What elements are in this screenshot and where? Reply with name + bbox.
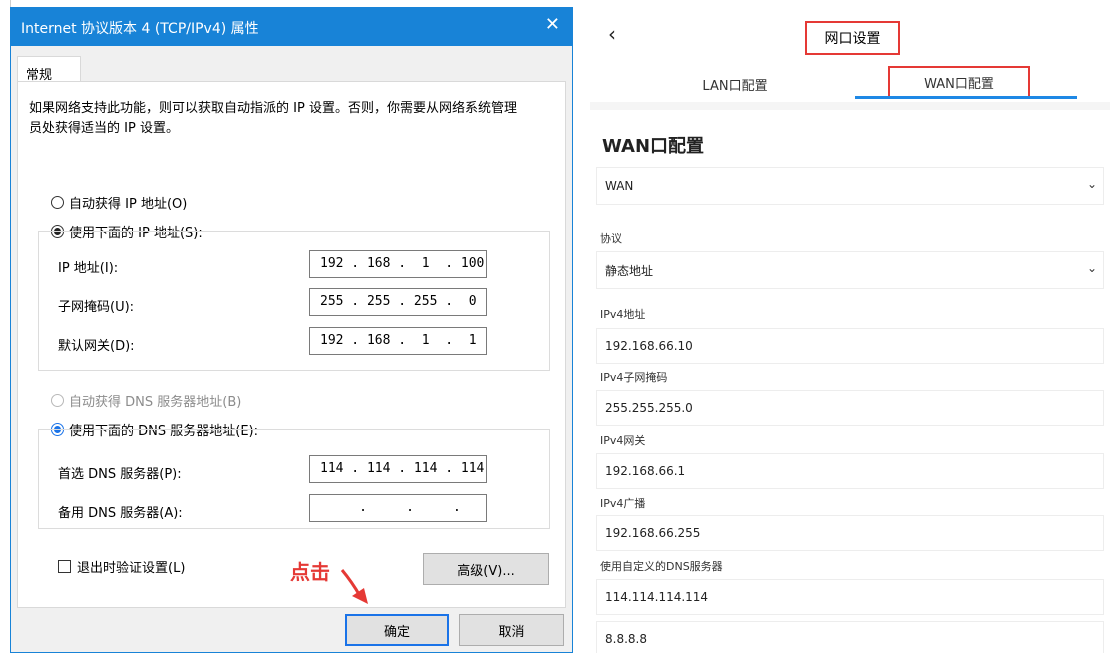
- gateway-label: 默认网关(D):: [58, 339, 135, 354]
- auto-ip-label: 自动获得 IP 地址(O): [69, 197, 188, 212]
- general-panel: 如果网络支持此功能，则可以获取自动指派的 IP 设置。否则，你需要从网络系统管理…: [17, 81, 566, 608]
- protocol-label: 协议: [600, 232, 622, 245]
- back-arrow-icon[interactable]: ‹: [608, 22, 616, 46]
- ip-address-label: IP 地址(I):: [58, 261, 119, 276]
- section-title: WAN口配置: [602, 136, 705, 157]
- ipv4-gateway-input[interactable]: 192.168.66.1: [596, 453, 1104, 489]
- dns-server-2-input[interactable]: 8.8.8.8: [596, 621, 1104, 653]
- gateway-input[interactable]: 192 . 168 . 1 . 1: [309, 327, 487, 355]
- interface-value: WAN: [605, 179, 634, 193]
- ip-address-input[interactable]: 192 . 168 . 1 . 100: [309, 250, 487, 278]
- red-arrow-icon: [340, 569, 368, 604]
- ok-button[interactable]: 确定: [345, 614, 449, 646]
- dialog-title: Internet 协议版本 4 (TCP/IPv4) 属性: [21, 21, 259, 37]
- custom-dns-label: 使用自定义的DNS服务器: [600, 560, 723, 573]
- radio-off-icon: [51, 196, 64, 209]
- radio-off-icon: [51, 394, 64, 407]
- ipv4-broadcast-label: IPv4广播: [600, 497, 646, 510]
- ipv4-gateway-label: IPv4网关: [600, 434, 646, 447]
- router-web-ui: ‹ 网口设置 LAN口配置 WAN口配置 WAN口配置 WAN ⌄ 协议 静态地…: [590, 0, 1110, 653]
- subnet-mask-label: 子网掩码(U):: [58, 300, 135, 315]
- close-icon[interactable]: ✕: [545, 14, 560, 35]
- alternate-dns-label: 备用 DNS 服务器(A):: [58, 506, 183, 521]
- dialog-titlebar: Internet 协议版本 4 (TCP/IPv4) 属性 ✕: [11, 8, 572, 46]
- active-tab-underline: [855, 96, 1077, 99]
- advanced-button[interactable]: 高级(V)...: [423, 553, 549, 585]
- ipv4-broadcast-input[interactable]: 192.168.66.255: [596, 515, 1104, 551]
- preferred-dns-input[interactable]: 114 . 114 . 114 . 114: [309, 455, 487, 483]
- tab-general[interactable]: 常规: [17, 56, 81, 84]
- description-text: 如果网络支持此功能，则可以获取自动指派的 IP 设置。否则，你需要从网络系统管理…: [29, 101, 517, 136]
- auto-dns-radio[interactable]: 自动获得 DNS 服务器地址(B): [51, 391, 241, 410]
- ipv4-mask-input[interactable]: 255.255.255.0: [596, 390, 1104, 426]
- protocol-select[interactable]: 静态地址 ⌄: [596, 251, 1104, 289]
- alternate-dns-input[interactable]: . . .: [309, 494, 487, 522]
- chevron-down-icon: ⌄: [1086, 177, 1097, 191]
- validate-checkbox[interactable]: 退出时验证设置(L): [58, 557, 185, 576]
- protocol-value: 静态地址: [605, 263, 654, 278]
- page-header: ‹ 网口设置: [590, 0, 1110, 67]
- windows-dialog-pane: Internet 协议版本 4 (TCP/IPv4) 属性 ✕ 常规 如果网络支…: [0, 0, 583, 653]
- preferred-dns-label: 首选 DNS 服务器(P):: [58, 467, 182, 482]
- chevron-down-icon: ⌄: [1086, 261, 1097, 275]
- validate-label: 退出时验证设置(L): [77, 561, 186, 576]
- ipv4-address-input[interactable]: 192.168.66.10: [596, 328, 1104, 364]
- dns-server-1-input[interactable]: 114.114.114.114: [596, 579, 1104, 615]
- tab-strip: 常规: [11, 46, 572, 84]
- page-title: 网口设置: [805, 21, 900, 55]
- auto-ip-radio[interactable]: 自动获得 IP 地址(O): [51, 193, 187, 212]
- cancel-button[interactable]: 取消: [459, 614, 564, 646]
- wan-config-form: WAN口配置 WAN ⌄ 协议 静态地址 ⌄ IPv4地址 192.168.66…: [590, 110, 1110, 653]
- click-annotation: 点击: [290, 560, 330, 584]
- interface-select[interactable]: WAN ⌄: [596, 167, 1104, 205]
- ipv4-mask-label: IPv4子网掩码: [600, 371, 668, 384]
- ipv4-address-label: IPv4地址: [600, 308, 646, 321]
- tab-wan-config[interactable]: WAN口配置: [888, 66, 1030, 98]
- tab-lan-config[interactable]: LAN口配置: [630, 66, 840, 102]
- auto-dns-label: 自动获得 DNS 服务器地址(B): [69, 395, 242, 410]
- checkbox-icon: [58, 560, 71, 573]
- subnet-mask-input[interactable]: 255 . 255 . 255 . 0: [309, 288, 487, 316]
